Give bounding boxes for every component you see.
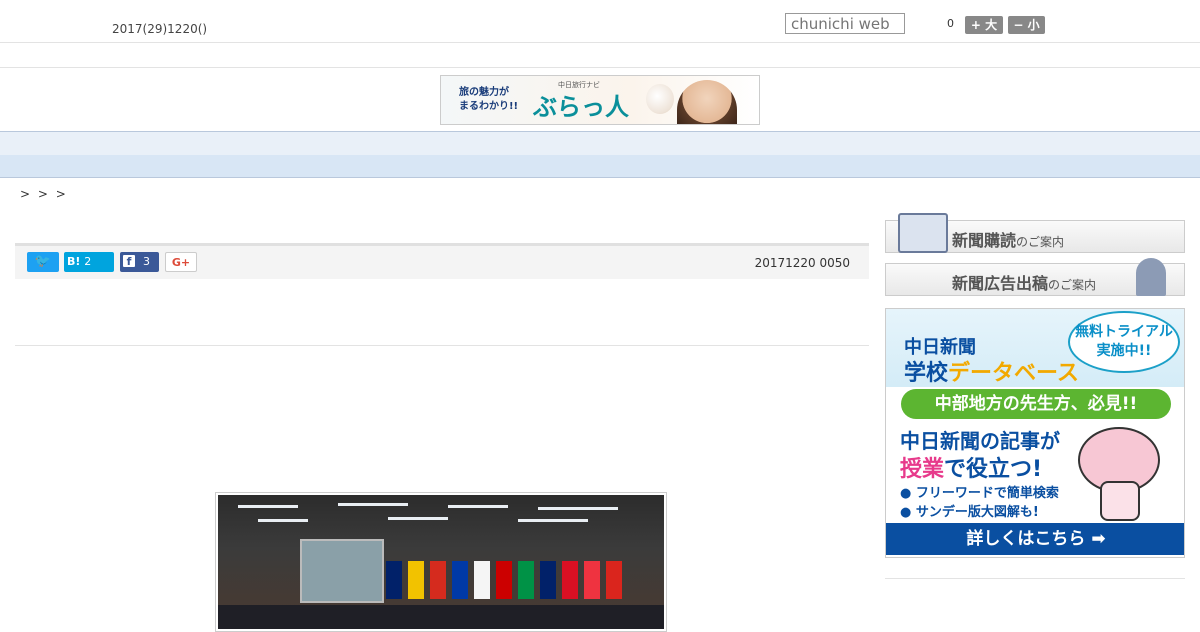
- travel-banner-ad[interactable]: 旅の魅力が まるわかり!! 中日旅行ナビ ぶらっ人: [440, 75, 760, 125]
- facebook-share-button[interactable]: f3: [120, 252, 159, 272]
- subscription-label: 新聞購読のご案内: [952, 231, 1065, 250]
- twitter-icon: 🐦: [34, 254, 52, 269]
- nav-item-8[interactable]: [738, 136, 764, 155]
- font-smaller-button[interactable]: − 小: [1008, 16, 1045, 34]
- sidebar-divider: [885, 578, 1185, 579]
- nav-item-2[interactable]: [258, 136, 284, 155]
- main-nav: [0, 131, 1200, 156]
- banner-shell-image: [646, 84, 674, 114]
- ad-line1: 中日新聞の記事が: [900, 429, 1060, 453]
- nav-item-5[interactable]: [498, 136, 524, 155]
- facebook-count: 3: [143, 255, 150, 268]
- subscription-guide-link[interactable]: 新聞購読のご案内: [885, 213, 1185, 253]
- site-search-input[interactable]: [785, 13, 905, 34]
- banner-brand: ぶらっ人: [533, 92, 629, 121]
- nav-item-6[interactable]: [578, 136, 604, 155]
- conference-table: [218, 605, 664, 629]
- sub-nav: [0, 155, 1200, 178]
- font-size-indicator: 0: [947, 17, 954, 30]
- ad-trial-bubble: 無料トライアル 実施中!!: [1068, 311, 1180, 373]
- meeting-photo-scene: [218, 495, 664, 629]
- article-divider: [15, 345, 869, 346]
- ad-placement-label: 新聞広告出稿のご案内: [952, 274, 1097, 293]
- nav-item-9[interactable]: [818, 136, 844, 155]
- ad-cta-button[interactable]: 詳しくはこちら ➡: [886, 523, 1184, 555]
- facebook-icon: f: [123, 255, 135, 268]
- hatena-icon: B!: [67, 255, 81, 268]
- nav-item-3[interactable]: [338, 136, 364, 155]
- nav-item-1[interactable]: [178, 136, 204, 155]
- nav-item-4[interactable]: [418, 136, 444, 155]
- ad-title: 学校データベース: [904, 361, 1079, 386]
- current-date: 2017(29)1220(): [112, 22, 208, 36]
- article-pubdate: 20171220 0050: [754, 256, 850, 270]
- top-bar: 2017(29)1220() 0 + 大 − 小: [0, 0, 1200, 43]
- ad-bullet-1: ● フリーワードで簡単検索: [900, 486, 1059, 501]
- ad-bullet-2: ● サンデー版大図解も!: [900, 505, 1039, 520]
- breadcrumb[interactable]: > > >: [20, 187, 68, 201]
- businessman-icon: [1136, 258, 1166, 296]
- article-photo[interactable]: [215, 492, 667, 632]
- newspaper-icon: [898, 213, 948, 253]
- google-plus-share-button[interactable]: G+: [165, 252, 197, 272]
- hatena-count: 2: [84, 255, 92, 268]
- banner-tagline: 旅の魅力が まるわかり!!: [459, 87, 519, 112]
- school-database-ad[interactable]: 中日新聞 学校データベース 無料トライアル 実施中!! 中部地方の先生方、必見!…: [885, 308, 1185, 558]
- ad-green-banner: 中部地方の先生方、必見!!: [901, 389, 1171, 419]
- ad-placement-guide-link[interactable]: 新聞広告出稿のご案内: [885, 258, 1185, 296]
- share-bar: 🐦 B! 2 f3 G+ 20171220 0050: [15, 243, 869, 279]
- hatena-bookmark-button[interactable]: B! 2: [64, 252, 114, 272]
- twitter-share-button[interactable]: 🐦: [27, 252, 59, 272]
- banner-model-image: [677, 80, 737, 124]
- projection-screen: [300, 539, 384, 603]
- ad-line2: 授業で役立つ!: [900, 457, 1043, 482]
- pig-mascot-body: [1100, 481, 1140, 521]
- header-divider: [0, 67, 1200, 68]
- font-bigger-button[interactable]: + 大: [965, 16, 1003, 34]
- nav-item-7[interactable]: [658, 136, 684, 155]
